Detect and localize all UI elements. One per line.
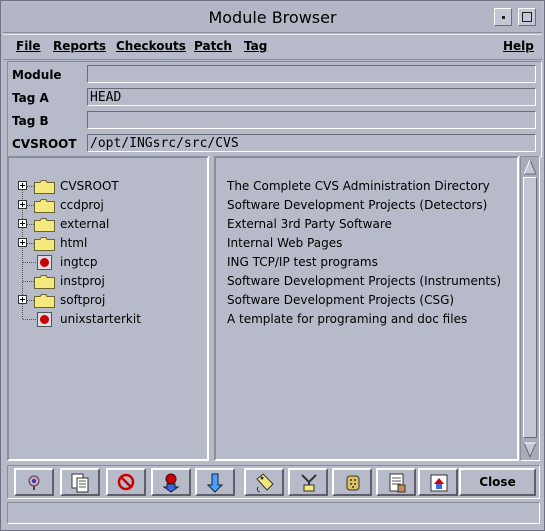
menu-patch[interactable]: Patch [194,39,232,53]
module-field[interactable] [87,65,536,83]
module-icon [37,312,52,327]
expand-icon[interactable] [18,238,27,247]
module-description: The Complete CVS Administration Director… [227,179,490,193]
expand-icon[interactable] [18,181,27,190]
scroll-thumb[interactable] [523,177,537,438]
module-description: Internal Web Pages [227,236,343,250]
module-name: external [60,217,110,231]
tag-button[interactable] [244,468,284,496]
folder-icon [34,199,55,213]
module-description: External 3rd Party Software [227,217,392,231]
folder-icon [34,218,55,232]
tree-item-html[interactable]: html [9,234,209,253]
module-form: Module Tag A HEAD Tag B CVSROOT /opt/ING… [7,61,542,157]
who-button[interactable] [14,468,54,496]
menu-reports[interactable]: Reports [53,39,106,53]
tag-icon [256,473,274,493]
module-name: instproj [60,274,105,288]
scroll-down-arrow[interactable] [523,442,537,458]
module-tree[interactable]: CVSROOT ccdproj external html ingtcp ins… [7,156,209,461]
merge-icon [301,474,317,492]
patch-icon [346,475,360,491]
delete-icon [117,473,135,491]
action-toolbar: Close [7,465,540,499]
patch-button[interactable] [332,468,372,496]
module-description: A template for programing and doc files [227,312,468,326]
expand-icon[interactable] [18,219,27,228]
tag-b-row: Tag B [8,109,541,132]
window-title: Module Browser [208,8,337,27]
tag-b-label: Tag B [12,114,49,128]
file-list-icon [71,473,89,493]
menu-bar: File Reports Checkouts Patch Tag Help [3,34,542,60]
home-button[interactable] [418,468,458,496]
module-name: ingtcp [60,255,98,269]
folder-icon [34,294,55,308]
module-label: Module [12,68,62,82]
tree-item-cvsroot[interactable]: CVSROOT [9,177,209,196]
tree-item-instproj[interactable]: instproj [9,272,209,291]
checkout-button[interactable] [195,468,235,496]
delete-button[interactable] [106,468,146,496]
folder-icon [34,275,55,289]
report-button[interactable] [376,468,416,496]
module-browser-window: Module Browser File Reports Checkouts Pa… [0,0,545,531]
report-icon [389,473,406,493]
home-icon [430,474,448,492]
module-panes: CVSROOT ccdproj external html ingtcp ins… [7,156,540,461]
cvsroot-row: CVSROOT /opt/INGsrc/src/CVS [8,132,541,155]
module-name: html [60,236,88,250]
maximize-button[interactable] [518,8,536,26]
file-list-button[interactable] [60,468,100,496]
merge-button[interactable] [288,468,328,496]
tree-item-ingtcp[interactable]: ingtcp [9,253,209,272]
import-icon [162,473,180,493]
import-button[interactable] [151,468,191,496]
vertical-scrollbar[interactable] [520,156,540,461]
module-icon [37,255,52,270]
tag-a-row: Tag A HEAD [8,86,541,109]
folder-icon [34,180,55,194]
module-description: Software Development Projects (Detectors… [227,198,488,212]
tag-a-field[interactable]: HEAD [87,88,536,106]
expand-icon[interactable] [18,295,27,304]
module-description: Software Development Projects (Instrumen… [227,274,502,288]
module-name: unixstarterkit [60,312,141,326]
cvsroot-label: CVSROOT [12,137,77,151]
checkout-icon [206,473,224,493]
tree-item-ccdproj[interactable]: ccdproj [9,196,209,215]
menu-tag[interactable]: Tag [244,39,267,53]
folder-icon [34,237,55,251]
module-name: softproj [60,293,106,307]
tag-b-field[interactable] [87,111,536,129]
menu-checkouts[interactable]: Checkouts [116,39,186,53]
status-bar [7,502,540,524]
module-name: ccdproj [60,198,104,212]
module-description: Software Development Projects (CSG) [227,293,455,307]
who-icon [28,475,40,490]
module-description: ING TCP/IP test programs [227,255,378,269]
tree-item-external[interactable]: external [9,215,209,234]
module-row: Module [8,63,541,86]
menu-help[interactable]: Help [503,39,534,53]
cvsroot-field[interactable]: /opt/INGsrc/src/CVS [87,134,536,152]
tag-a-label: Tag A [12,91,49,105]
tree-item-softproj[interactable]: softproj [9,291,209,310]
description-list[interactable]: The Complete CVS Administration Director… [214,156,519,461]
menu-file[interactable]: File [16,39,41,53]
tree-item-unixstarterkit[interactable]: unixstarterkit [9,310,209,329]
title-bar[interactable]: Module Browser [3,3,542,33]
scroll-up-arrow[interactable] [523,159,537,175]
minimize-button[interactable] [494,8,512,26]
module-name: CVSROOT [60,179,119,193]
expand-icon[interactable] [18,200,27,209]
close-button[interactable]: Close [459,468,536,496]
